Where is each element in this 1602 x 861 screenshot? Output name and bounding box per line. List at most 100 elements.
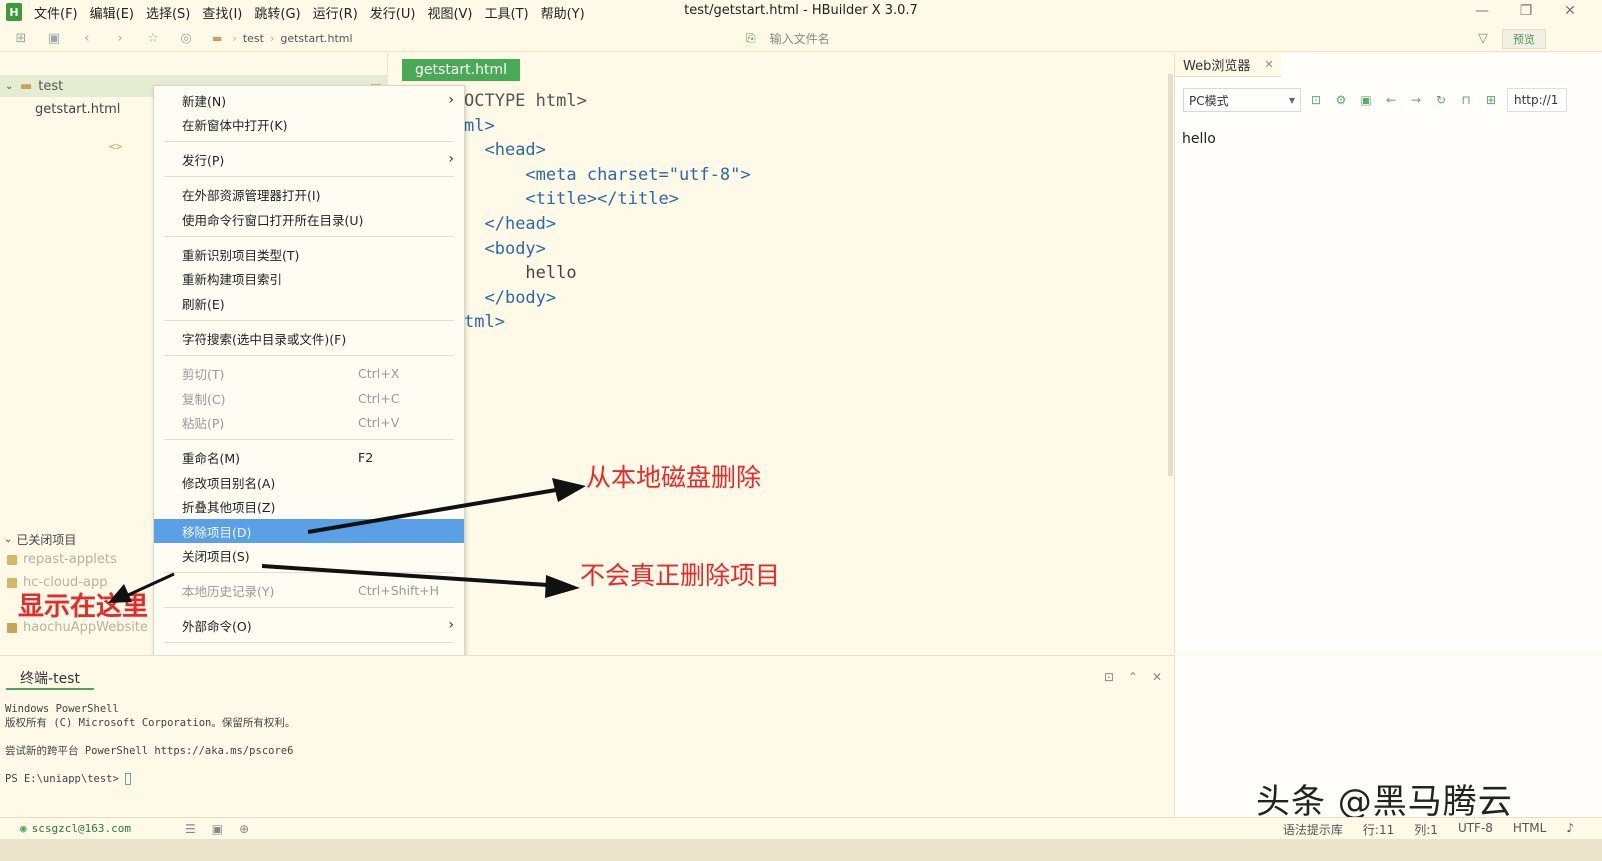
menu-find[interactable]: 查找(I) <box>202 3 242 22</box>
menu-separator <box>164 572 454 573</box>
forward-icon[interactable]: › <box>108 28 132 50</box>
devtools-icon[interactable]: ▣ <box>1356 93 1376 107</box>
menu-item-new[interactable]: 新建(N) › <box>154 88 464 112</box>
restore-button[interactable]: ❐ <box>1504 0 1548 22</box>
file-search-placeholder: 输入文件名 <box>769 32 830 46</box>
menu-item-redetect-project-type[interactable]: 重新识别项目类型(T) <box>154 242 464 266</box>
plugin-icon[interactable]: ⊕ <box>239 822 249 836</box>
menu-select[interactable]: 选择(S) <box>146 3 190 22</box>
tree-item-file[interactable]: <> getstart.html <box>35 99 122 154</box>
menu-edit[interactable]: 编辑(E) <box>90 3 134 22</box>
menu-item-text-search[interactable]: 字符搜索(选中目录或文件)(F) <box>154 326 464 350</box>
menu-item-copy[interactable]: 复制(C) Ctrl+C <box>154 386 464 410</box>
menu-item-label: 移除项目(D) <box>182 524 252 540</box>
chevron-right-icon: › <box>448 617 454 633</box>
save-icon[interactable]: ▣ <box>42 28 66 50</box>
editor-scrollbar[interactable] <box>1168 74 1173 476</box>
close-panel-icon[interactable]: ✕ <box>1152 670 1162 684</box>
menu-item-publish[interactable]: 发行(P) › <box>154 147 464 171</box>
menu-item-remove-project[interactable]: 移除项目(D) <box>154 519 464 543</box>
menu-item-label: 粘贴(P) <box>182 415 225 431</box>
breadcrumb-project[interactable]: test <box>243 32 264 45</box>
breadcrumb-separator: › <box>232 32 237 45</box>
close-icon[interactable]: ✕ <box>1264 58 1273 71</box>
file-search-input[interactable]: ⎘ 输入文件名 <box>738 29 1478 49</box>
tab-terminal[interactable]: 终端-test <box>6 668 94 690</box>
preview-button[interactable]: 预览 <box>1502 28 1546 49</box>
settings-icon[interactable]: ⚙ <box>1331 93 1351 107</box>
status-line[interactable]: 行:11 <box>1363 821 1394 838</box>
status-user[interactable]: ◉ scsgzcl@163.com <box>20 822 131 835</box>
terminal-line: Windows PowerShell <box>5 703 119 715</box>
url-input[interactable]: http://1 <box>1507 88 1567 112</box>
menu-view[interactable]: 视图(V) <box>427 3 472 22</box>
menu-item-local-history[interactable]: 本地历史记录(Y) Ctrl+Shift+H <box>154 578 464 602</box>
menu-item-open-in-explorer[interactable]: 在外部资源管理器打开(I) <box>154 182 464 206</box>
menu-item-cut[interactable]: 剪切(T) Ctrl+X <box>154 361 464 385</box>
menu-separator <box>164 355 454 356</box>
chevron-down-icon[interactable]: ⌄ <box>4 534 12 545</box>
menu-item-label: 刷新(E) <box>182 296 225 312</box>
tree-item-label: test <box>38 78 64 94</box>
terminal-cursor <box>125 773 132 785</box>
status-column[interactable]: 列:1 <box>1414 821 1438 838</box>
forward-arrow-icon[interactable]: → <box>1406 93 1426 107</box>
menu-help[interactable]: 帮助(Y) <box>541 3 585 22</box>
code-line: <head> <box>484 140 546 161</box>
menu-item-open-in-terminal[interactable]: 使用命令行窗口打开所在目录(U) <box>154 207 464 231</box>
menu-tools[interactable]: 工具(T) <box>485 3 529 22</box>
refresh-icon[interactable]: ↻ <box>1431 93 1451 107</box>
maximize-icon[interactable]: ⌃ <box>1128 670 1138 684</box>
new-file-icon[interactable]: ⊞ <box>9 28 33 50</box>
annotation-close-note: 不会真正删除项目 <box>580 561 781 590</box>
code-editor[interactable]: getstart.html OCTYPE html> ml> <head> <m… <box>390 53 1172 653</box>
closed-projects-label: 已关闭项目 <box>16 533 77 547</box>
menu-item-external-commands[interactable]: 外部命令(O) › <box>154 613 464 637</box>
menu-publish[interactable]: 发行(U) <box>370 3 416 22</box>
close-button[interactable]: ✕ <box>1548 0 1592 22</box>
device-mode-select[interactable]: PC模式 ▼ <box>1183 88 1301 112</box>
qr-code-icon[interactable]: ⊞ <box>1481 93 1501 107</box>
closed-project-item[interactable]: repast-applets <box>7 552 117 567</box>
menu-item-close-project[interactable]: 关闭项目(S) <box>154 543 464 567</box>
menu-file[interactable]: 文件(F) <box>34 3 78 22</box>
menu-item-refresh[interactable]: 刷新(E) <box>154 291 464 315</box>
menu-run[interactable]: 运行(R) <box>313 3 358 22</box>
tab-web-browser[interactable]: Web浏览器 ✕ <box>1175 53 1281 77</box>
terminal-output[interactable]: Windows PowerShell 版权所有 (C) Microsoft Co… <box>5 702 295 786</box>
status-syntax-library[interactable]: 语法提示库 <box>1283 821 1343 838</box>
code-line: </head> <box>484 213 557 234</box>
bell-icon[interactable]: ♪ <box>1566 821 1574 838</box>
menu-item-open-in-new-window[interactable]: 在新窗体中打开(K) <box>154 112 464 136</box>
list-icon[interactable]: ☰ <box>185 822 196 836</box>
menu-item-rename[interactable]: 重命名(M) F2 <box>154 445 464 469</box>
back-icon[interactable]: ‹ <box>75 28 99 50</box>
breadcrumb-file[interactable]: getstart.html <box>280 32 352 45</box>
code-content[interactable]: OCTYPE html> ml> <head> <meta charset="u… <box>464 89 751 335</box>
menu-item-project-alias[interactable]: 修改项目别名(A) <box>154 470 464 494</box>
terminal-line: 尝试新的跨平台 PowerShell https://aka.ms/pscore… <box>5 745 294 757</box>
minimize-button[interactable]: — <box>1460 0 1504 22</box>
chevron-down-icon[interactable]: ⌄ <box>5 81 15 92</box>
menu-item-rebuild-index[interactable]: 重新构建项目索引 <box>154 266 464 290</box>
editor-tab-getstart[interactable]: getstart.html <box>402 59 520 81</box>
menu-goto[interactable]: 跳转(G) <box>254 3 300 22</box>
menu-item-paste[interactable]: 粘贴(P) Ctrl+V <box>154 410 464 434</box>
menu-item-shortcut: Ctrl+X <box>358 365 400 381</box>
project-icon <box>7 554 17 565</box>
console-icon[interactable]: ▣ <box>212 822 223 836</box>
menu-item-label: 关闭项目(S) <box>182 548 250 564</box>
browser-toolbar: PC模式 ▼ ⊡ ⚙ ▣ ← → ↻ ⊓ ⊞ http://1 <box>1175 87 1602 113</box>
status-encoding[interactable]: UTF-8 <box>1458 821 1493 838</box>
new-terminal-icon[interactable]: ⊡ <box>1104 670 1114 684</box>
screenshot-icon[interactable]: ⊡ <box>1306 93 1326 107</box>
back-arrow-icon[interactable]: ← <box>1381 93 1401 107</box>
star-icon[interactable]: ☆ <box>141 28 165 50</box>
status-language[interactable]: HTML <box>1513 821 1546 838</box>
breadcrumb-separator: › <box>269 32 275 45</box>
lock-icon[interactable]: ⊓ <box>1456 93 1476 107</box>
run-icon[interactable]: ◎ <box>174 28 198 50</box>
closed-projects-header[interactable]: ⌄ 已关闭项目 <box>4 531 76 548</box>
filter-icon[interactable]: ▽ <box>1478 31 1488 46</box>
menu-item-collapse-others[interactable]: 折叠其他项目(Z) <box>154 494 464 518</box>
